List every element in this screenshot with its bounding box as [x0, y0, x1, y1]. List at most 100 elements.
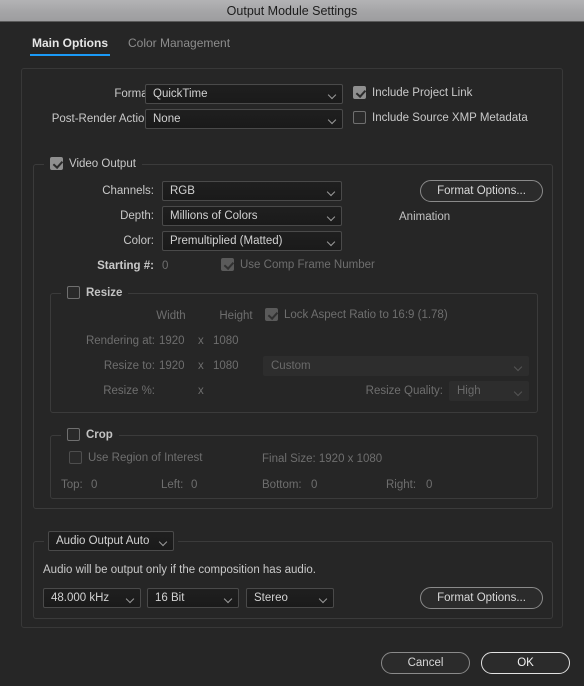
format-select-value: QuickTime: [153, 88, 208, 100]
final-size-text: Final Size: 1920 x 1080: [262, 453, 383, 465]
chevron-down-icon: [328, 214, 335, 218]
video-output-group-caption: Video Output: [44, 157, 142, 170]
channels-select[interactable]: RGB: [162, 181, 342, 201]
include-source-xmp-metadata-label: Include Source XMP Metadata: [372, 111, 528, 124]
video-format-options-button[interactable]: Format Options...: [420, 180, 543, 202]
include-project-link-label: Include Project Link: [372, 86, 473, 99]
audio-output-mode-select[interactable]: Audio Output Auto: [48, 531, 174, 551]
format-select[interactable]: QuickTime: [145, 84, 343, 104]
window-titlebar: Output Module Settings: [0, 0, 584, 22]
crop-bottom-value[interactable]: 0: [311, 479, 317, 491]
resize-height-header: Height: [219, 310, 253, 322]
chevron-down-icon: [225, 596, 232, 600]
chevron-down-icon: [328, 239, 335, 243]
resize-to-width: 1920: [159, 360, 185, 372]
checkbox-icon: [265, 308, 278, 321]
audio-format-options-label: Format Options...: [437, 592, 526, 604]
crop-right-value[interactable]: 0: [426, 479, 432, 491]
tab-color-management[interactable]: Color Management: [118, 36, 240, 56]
crop-left-value[interactable]: 0: [191, 479, 197, 491]
post-render-action-select[interactable]: None: [145, 109, 343, 129]
lock-aspect-ratio-checkbox[interactable]: Lock Aspect Ratio to 16:9 (1.78): [265, 308, 448, 321]
ok-button-label: OK: [517, 657, 534, 669]
tab-main-options[interactable]: Main Options: [22, 36, 118, 56]
starting-number-value: 0: [162, 260, 169, 272]
chevron-down-icon: [127, 596, 134, 600]
resize-group: Resize Width Height Lock Aspect Ratio to…: [50, 286, 538, 413]
crop-group: Crop Use Region of Interest Final Size: …: [50, 428, 538, 499]
crop-checkbox[interactable]: Crop: [67, 428, 113, 441]
rendering-at-height: 1080: [213, 335, 239, 347]
resize-label: Resize: [86, 286, 123, 299]
crop-top-value[interactable]: 0: [91, 479, 97, 491]
crop-right-label: Right:: [386, 479, 417, 491]
audio-channels-select[interactable]: Stereo: [246, 588, 334, 608]
audio-format-options-button[interactable]: Format Options...: [420, 587, 543, 609]
resize-percent-label: Resize %:: [103, 385, 155, 397]
chevron-down-icon: [515, 389, 522, 393]
resize-percent-separator: x: [198, 385, 204, 397]
crop-label: Crop: [86, 428, 113, 441]
chevron-down-icon: [320, 596, 327, 600]
lock-aspect-ratio-label: Lock Aspect Ratio to 16:9 (1.78): [284, 308, 448, 321]
chevron-down-icon: [329, 92, 336, 96]
resize-quality-label: Resize Quality:: [365, 385, 443, 397]
format-label: Format:: [114, 88, 154, 100]
window-title: Output Module Settings: [226, 3, 358, 18]
tab-color-management-label: Color Management: [128, 36, 231, 50]
video-output-label: Video Output: [69, 157, 136, 170]
checkbox-icon: [67, 286, 80, 299]
use-region-of-interest-checkbox[interactable]: Use Region of Interest: [69, 451, 202, 464]
chevron-down-icon: [329, 117, 336, 121]
checkbox-icon: [50, 157, 63, 170]
audio-note-text: Audio will be output only if the composi…: [43, 564, 316, 576]
cancel-button[interactable]: Cancel: [381, 652, 470, 674]
depth-select[interactable]: Millions of Colors: [162, 206, 342, 226]
channels-select-value: RGB: [170, 185, 195, 197]
video-format-codec-caption: Animation: [399, 211, 451, 223]
post-render-action-value: None: [153, 113, 181, 125]
audio-output-group: Audio Output Auto Audio will be output o…: [33, 531, 553, 619]
video-output-group: Video Output Channels: RGB Depth: Millio…: [33, 157, 553, 509]
use-comp-frame-number-label: Use Comp Frame Number: [240, 258, 375, 271]
audio-output-mode-value: Audio Output Auto: [56, 535, 150, 547]
resize-quality-select[interactable]: High: [449, 381, 529, 401]
depth-select-value: Millions of Colors: [170, 210, 258, 222]
audio-sample-rate-select[interactable]: 48.000 kHz: [43, 588, 141, 608]
color-label: Color:: [123, 235, 154, 247]
use-comp-frame-number-checkbox[interactable]: Use Comp Frame Number: [221, 258, 375, 271]
crop-bottom-label: Bottom:: [262, 479, 302, 491]
tab-main-options-label: Main Options: [32, 36, 108, 50]
resize-checkbox[interactable]: Resize: [67, 286, 122, 299]
use-region-of-interest-label: Use Region of Interest: [88, 451, 203, 464]
resize-to-label: Resize to:: [103, 360, 155, 372]
ok-button[interactable]: OK: [481, 652, 570, 674]
resize-width-header: Width: [156, 310, 186, 322]
resize-to-separator: x: [198, 360, 204, 372]
resize-to-height: 1080: [213, 360, 239, 372]
resize-preset-select[interactable]: Custom: [263, 356, 529, 376]
main-options-panel: Format: QuickTime Post-Render Action: No…: [21, 68, 563, 628]
checkbox-icon: [69, 451, 82, 464]
color-select[interactable]: Premultiplied (Matted): [162, 231, 342, 251]
rendering-at-separator: x: [198, 335, 204, 347]
resize-quality-value: High: [457, 385, 481, 397]
channels-label: Channels:: [102, 185, 154, 197]
audio-bit-depth-select[interactable]: 16 Bit: [147, 588, 239, 608]
resize-preset-value: Custom: [271, 360, 311, 372]
audio-channels-value: Stereo: [254, 592, 288, 604]
audio-sample-rate-value: 48.000 kHz: [51, 592, 110, 604]
include-source-xmp-metadata-checkbox[interactable]: Include Source XMP Metadata: [353, 111, 528, 124]
audio-bit-depth-value: 16 Bit: [155, 592, 185, 604]
color-select-value: Premultiplied (Matted): [170, 235, 283, 247]
checkbox-icon: [221, 258, 234, 271]
post-render-action-label: Post-Render Action:: [51, 113, 154, 125]
audio-output-mode-caption: Audio Output Auto: [44, 531, 178, 551]
chevron-down-icon: [160, 539, 167, 543]
checkbox-icon: [353, 86, 366, 99]
video-format-options-label: Format Options...: [437, 185, 526, 197]
starting-number-label: Starting #:: [97, 260, 154, 272]
include-project-link-checkbox[interactable]: Include Project Link: [353, 86, 472, 99]
depth-label: Depth:: [120, 210, 154, 222]
video-output-checkbox[interactable]: Video Output: [50, 157, 136, 170]
